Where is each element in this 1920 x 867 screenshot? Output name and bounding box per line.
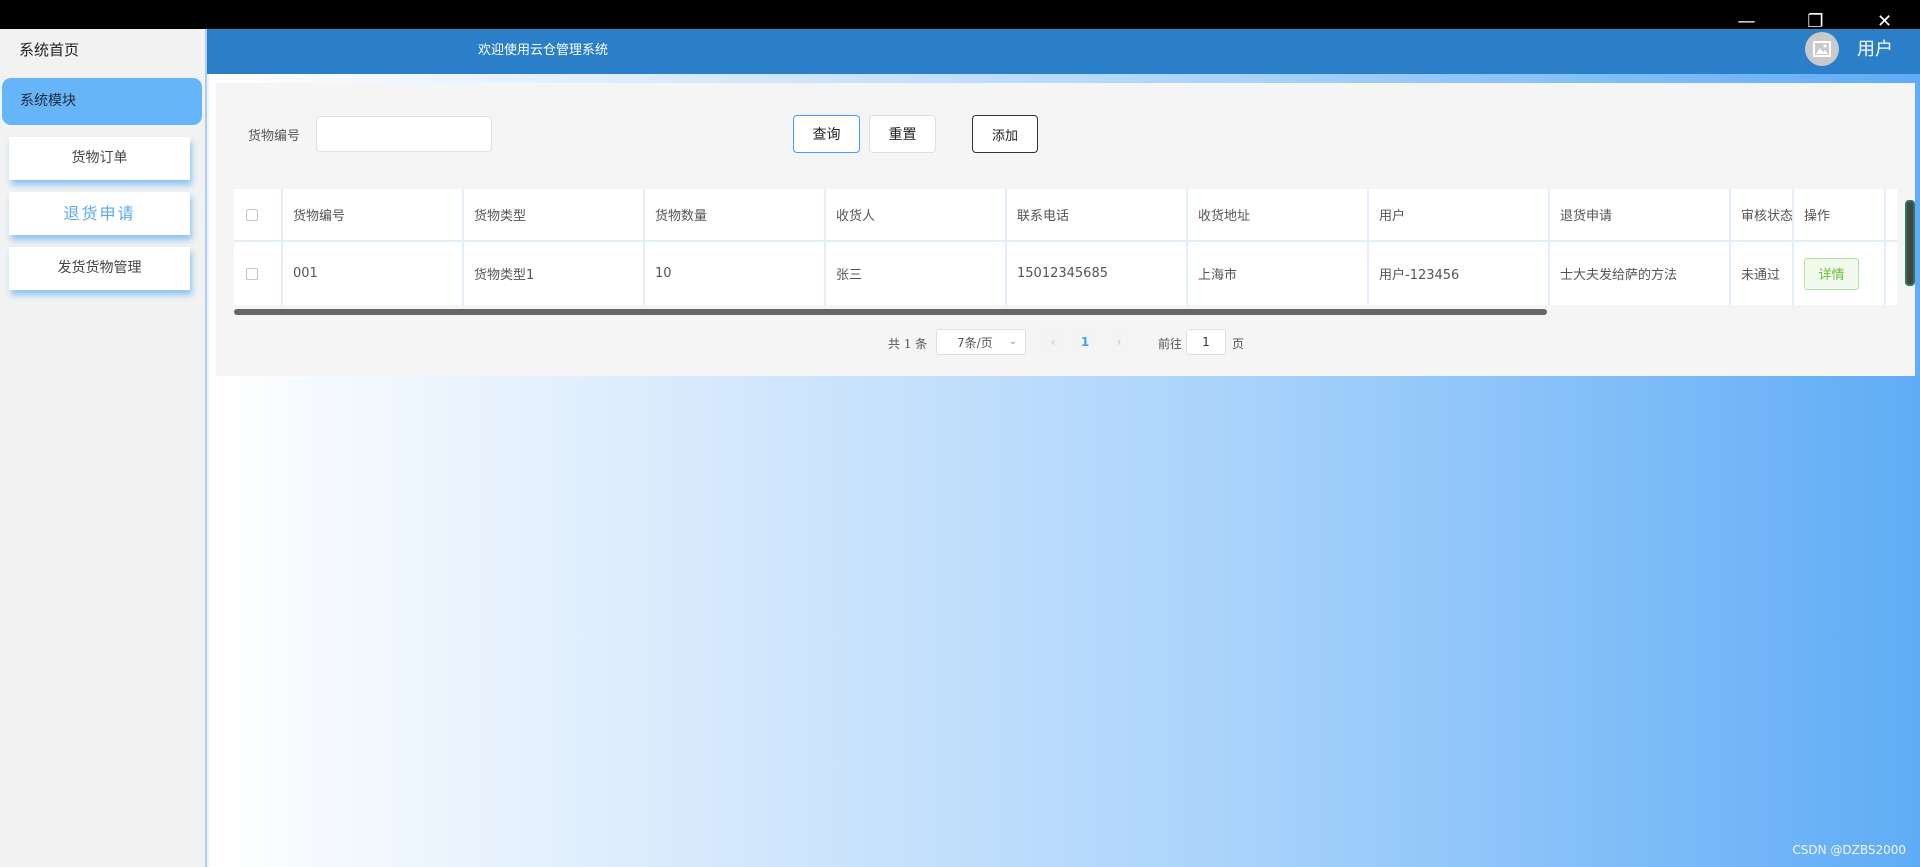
search-label: 货物编号 bbox=[248, 129, 301, 144]
header-cell: 操作 bbox=[1794, 189, 1886, 240]
next-page-button[interactable]: › bbox=[1106, 329, 1132, 355]
table-cell: 士大夫发给萨的方法 bbox=[1550, 242, 1731, 305]
header-cell: 联系电话 bbox=[1007, 189, 1188, 240]
image-icon bbox=[1813, 41, 1831, 57]
prev-page-button[interactable]: ‹ bbox=[1040, 329, 1066, 355]
header-cell: 收货地址 bbox=[1188, 189, 1369, 240]
table-cell: 张三 bbox=[826, 242, 1007, 305]
header-cell: 货物类型 bbox=[464, 189, 645, 240]
header-cell-select bbox=[234, 189, 283, 240]
chevron-right-icon: › bbox=[1116, 335, 1122, 349]
sidebar-module[interactable]: 系统模块 bbox=[2, 78, 202, 125]
table-horizontal-scrollbar[interactable] bbox=[234, 309, 1547, 315]
header-cell: 收货人 bbox=[826, 189, 1007, 240]
action-cell: 详情 bbox=[1794, 242, 1886, 305]
window-titlebar bbox=[0, 0, 1920, 29]
data-table: 货物编号 货物类型 货物数量 收货人 联系电话 收货地址 用户 退货申请 审核状… bbox=[234, 189, 1897, 305]
detail-button[interactable]: 详情 bbox=[1804, 257, 1859, 290]
table-cell: 15012345685 bbox=[1007, 242, 1188, 305]
goto-label: 前往 bbox=[1158, 337, 1183, 351]
goto-unit: 页 bbox=[1232, 337, 1245, 351]
table-cell: 001 bbox=[283, 242, 464, 305]
header-cell: 货物编号 bbox=[283, 189, 464, 240]
table-cell: 上海市 bbox=[1188, 242, 1369, 305]
select-all-checkbox[interactable] bbox=[246, 208, 258, 221]
table-row: 001 货物类型1 10 张三 15012345685 上海市 用户-12345… bbox=[234, 242, 1897, 305]
header-cell: 货物数量 bbox=[645, 189, 826, 240]
row-select-cell bbox=[234, 242, 283, 305]
chevron-down-icon: ⌄ bbox=[1008, 336, 1017, 347]
header-cell: 审核状态 bbox=[1731, 189, 1794, 240]
content-panel: 货物编号 查询 重置 添加 货物编号 货物类型 货物数量 收货人 联系电话 收货… bbox=[216, 83, 1915, 376]
reset-button[interactable]: 重置 bbox=[869, 115, 936, 153]
page-number[interactable]: 1 bbox=[1070, 329, 1100, 355]
page-size-value: 7条/页 bbox=[957, 335, 993, 350]
add-button[interactable]: 添加 bbox=[972, 115, 1038, 153]
page-size-select[interactable]: 7条/页 ⌄ bbox=[936, 329, 1026, 355]
top-header: 欢迎使用云仓管理系统 用户 bbox=[207, 29, 1920, 74]
watermark: CSDN @DZBS2000 bbox=[1792, 843, 1906, 857]
chevron-left-icon: ‹ bbox=[1050, 335, 1056, 349]
search-input[interactable] bbox=[316, 116, 492, 152]
header-cell: 用户 bbox=[1369, 189, 1550, 240]
sidebar-item-orders[interactable]: 货物订单 bbox=[9, 137, 190, 180]
header-cell: 退货申请 bbox=[1550, 189, 1731, 240]
sidebar-item-shipping[interactable]: 发货货物管理 bbox=[9, 247, 190, 290]
avatar[interactable] bbox=[1805, 32, 1839, 66]
query-button[interactable]: 查询 bbox=[793, 115, 860, 153]
pagination-total: 共 1 条 bbox=[888, 337, 928, 351]
vertical-scrollbar[interactable] bbox=[1905, 200, 1915, 286]
table-header-row: 货物编号 货物类型 货物数量 收货人 联系电话 收货地址 用户 退货申请 审核状… bbox=[234, 189, 1897, 242]
table-cell: 10 bbox=[645, 242, 826, 305]
page-title: 欢迎使用云仓管理系统 bbox=[478, 43, 609, 58]
table-cell: 未通过 bbox=[1731, 242, 1794, 305]
goto-page-input[interactable] bbox=[1186, 329, 1226, 355]
table-cell: 用户-123456 bbox=[1369, 242, 1550, 305]
sidebar-home[interactable]: 系统首页 bbox=[0, 29, 205, 72]
sidebar-item-returns[interactable]: 退货申请 bbox=[9, 192, 190, 235]
row-checkbox[interactable] bbox=[246, 267, 258, 280]
pagination: 共 1 条 7条/页 ⌄ ‹ 1 › 前往 页 bbox=[216, 329, 1915, 355]
sidebar: 系统首页 系统模块 货物订单 退货申请 发货货物管理 bbox=[0, 29, 207, 867]
table-cell: 货物类型1 bbox=[464, 242, 645, 305]
user-name[interactable]: 用户 bbox=[1857, 35, 1893, 61]
